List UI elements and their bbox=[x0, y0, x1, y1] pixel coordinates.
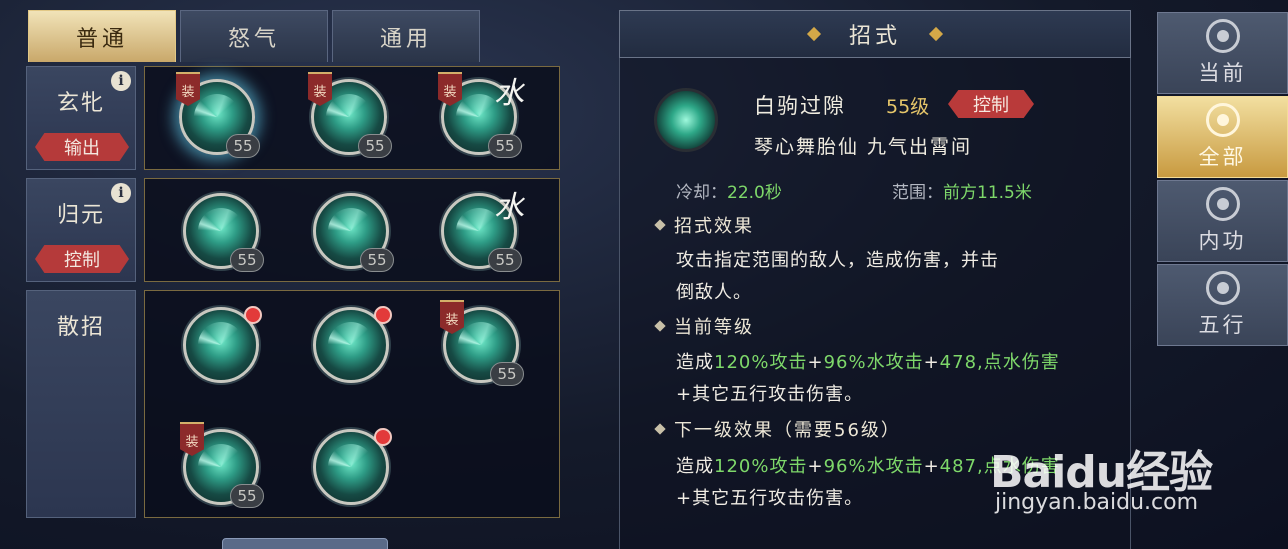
range-value: 前方11.5米 bbox=[943, 183, 1032, 203]
effect-line: 攻击指定范围的敌人，造成伤害，并击 bbox=[676, 250, 999, 271]
tab-rage[interactable]: 怒气 bbox=[180, 10, 328, 62]
skill-icon[interactable]: 装 水 55 bbox=[438, 72, 524, 158]
group-name: 散招 bbox=[56, 315, 105, 340]
nav-current[interactable]: 当前 bbox=[1157, 12, 1288, 94]
cooldown-stat: 冷却：22.0秒 bbox=[676, 178, 782, 203]
range-stat: 范围：前方11.5米 bbox=[892, 178, 1032, 203]
skill-group-sanzhao: 散招 bbox=[26, 290, 136, 518]
detail-title: 招式 bbox=[848, 24, 901, 49]
skill-icon[interactable]: 装 55 bbox=[308, 72, 392, 158]
skill-icon[interactable]: 55 bbox=[183, 193, 264, 272]
info-icon[interactable]: i bbox=[111, 71, 131, 91]
five-elements-icon bbox=[1205, 271, 1240, 305]
equip-tag: 装 bbox=[176, 72, 200, 106]
new-badge-dot bbox=[374, 428, 392, 446]
skill-icon[interactable]: 水 55 bbox=[441, 190, 524, 272]
cooldown-value: 22.0秒 bbox=[727, 183, 782, 203]
tab-normal[interactable]: 普通 bbox=[28, 10, 176, 62]
effect-line: 倒敌人。 bbox=[676, 282, 752, 303]
role-tag-output: 输出 bbox=[35, 133, 129, 161]
skill-icon[interactable] bbox=[313, 428, 392, 505]
level-badge: 55 bbox=[226, 134, 260, 158]
equip-tag: 装 bbox=[438, 72, 462, 106]
nav-five-elements[interactable]: 五行 bbox=[1157, 264, 1288, 346]
skill-icon[interactable]: 装 55 bbox=[180, 422, 264, 508]
current-level-title: 当前等级 bbox=[674, 317, 754, 338]
level-badge: 55 bbox=[360, 248, 394, 272]
skill-icon[interactable]: 55 bbox=[313, 193, 394, 272]
cooldown-label: 冷却： bbox=[676, 183, 727, 203]
level-badge: 55 bbox=[230, 484, 264, 508]
level-badge: 55 bbox=[358, 134, 392, 158]
bottom-button[interactable] bbox=[222, 538, 388, 549]
level-badge: 55 bbox=[490, 362, 524, 386]
nav-label: 五行 bbox=[1198, 313, 1247, 337]
role-tag-control: 控制 bbox=[35, 245, 129, 273]
next-effect-line: +其它五行攻击伤害。 bbox=[676, 488, 864, 509]
water-ink-icon: 水 bbox=[494, 190, 524, 225]
equip-tag: 装 bbox=[440, 300, 464, 334]
skill-row-xuanpin: 装 55 装 55 装 水 55 bbox=[144, 66, 560, 170]
water-ink-icon: 水 bbox=[494, 76, 524, 111]
skill-row-sanzhao: 装 55 装 55 bbox=[144, 290, 560, 518]
detail-header: 招式 bbox=[619, 10, 1131, 58]
skill-icon[interactable]: 装 55 bbox=[440, 300, 524, 386]
skill-icon[interactable]: 装 55 bbox=[176, 72, 260, 158]
nav-all[interactable]: 全部 bbox=[1157, 96, 1288, 178]
skill-name: 白驹过隙 bbox=[754, 94, 846, 118]
level-badge: 55 bbox=[488, 248, 522, 272]
current-effect-line: +其它五行攻击伤害。 bbox=[676, 384, 864, 405]
skill-group-guiyuan: 归元 i 控制 bbox=[26, 178, 136, 282]
tab-general[interactable]: 通用 bbox=[332, 10, 480, 62]
effect-title: 招式效果 bbox=[674, 216, 754, 237]
skill-icon[interactable] bbox=[183, 306, 262, 383]
next-level-title: 下一级效果（需要56级） bbox=[674, 420, 901, 441]
level-badge: 55 bbox=[230, 248, 264, 272]
diamond-ornament-icon bbox=[806, 26, 822, 42]
nav-label: 内功 bbox=[1198, 229, 1247, 253]
selected-skill-icon bbox=[654, 88, 718, 152]
equip-tag: 装 bbox=[308, 72, 332, 106]
all-icon bbox=[1205, 103, 1240, 137]
current-icon bbox=[1205, 19, 1240, 53]
skill-row-guiyuan: 55 55 水 55 bbox=[144, 178, 560, 282]
info-icon[interactable]: i bbox=[111, 183, 131, 203]
range-label: 范围： bbox=[892, 183, 943, 203]
nav-label: 当前 bbox=[1198, 61, 1247, 85]
skill-subtitle: 琴心舞胎仙 九气出霄间 bbox=[754, 136, 973, 158]
inner-power-icon bbox=[1205, 187, 1240, 221]
level-badge: 55 bbox=[488, 134, 522, 158]
skill-type-tag: 控制 bbox=[948, 90, 1034, 118]
baidu-watermark-url: jingyan.baidu.com bbox=[995, 490, 1199, 515]
diamond-ornament-icon bbox=[928, 26, 944, 42]
current-effect-line: 造成120%攻击+96%水攻击+478,点水伤害 bbox=[676, 352, 1060, 373]
equip-tag: 装 bbox=[180, 422, 204, 456]
nav-label: 全部 bbox=[1198, 145, 1247, 169]
new-badge-dot bbox=[244, 306, 262, 324]
nav-inner-power[interactable]: 内功 bbox=[1157, 180, 1288, 262]
skill-level: 55级 bbox=[886, 96, 930, 118]
new-badge-dot bbox=[374, 306, 392, 324]
skill-group-xuanpin: 玄牝 i 输出 bbox=[26, 66, 136, 170]
skill-icon[interactable] bbox=[313, 306, 392, 383]
